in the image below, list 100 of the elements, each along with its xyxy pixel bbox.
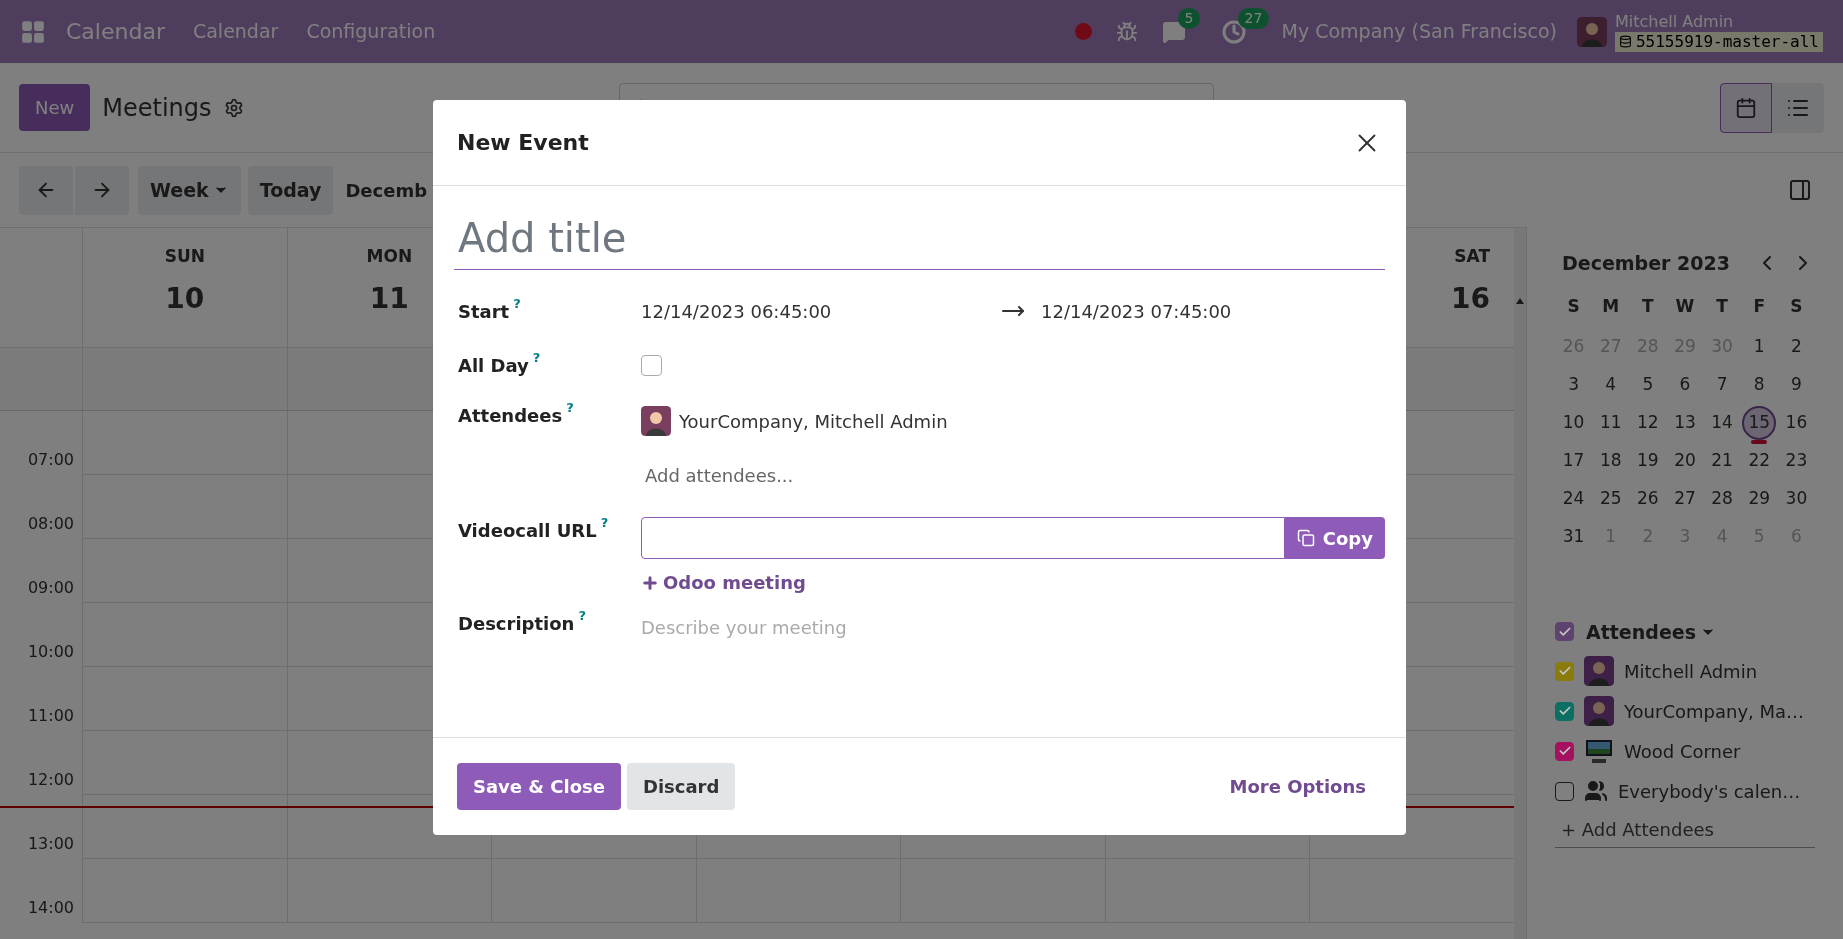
calendar-day[interactable]: 18 xyxy=(1593,443,1628,478)
weekday-initial: S xyxy=(1789,294,1804,318)
help-mark[interactable]: ? xyxy=(566,398,574,418)
calendar-day[interactable]: 28 xyxy=(1705,481,1740,516)
copy-button[interactable]: Copy xyxy=(1284,517,1385,559)
calendar-day[interactable]: 7 xyxy=(1705,367,1740,402)
calendar-day[interactable]: 22 xyxy=(1742,443,1777,478)
settings-icon[interactable] xyxy=(223,97,244,118)
help-mark[interactable]: ? xyxy=(513,293,521,313)
list-view-button[interactable] xyxy=(1772,82,1824,133)
day-number[interactable]: 11 xyxy=(369,277,409,320)
calendar-day[interactable]: 29 xyxy=(1742,481,1777,516)
title-input[interactable]: Add title xyxy=(454,206,1385,270)
field-label: Attendees xyxy=(458,404,563,428)
calendar-day[interactable]: 20 xyxy=(1668,443,1702,478)
day-number[interactable]: 16 xyxy=(1451,277,1490,320)
hour-label: 08:00 xyxy=(27,513,74,535)
filter-title[interactable]: Attendees xyxy=(1586,617,1696,646)
checkbox[interactable] xyxy=(1555,741,1574,761)
odoo-meeting-link[interactable]: Odoo meeting xyxy=(641,569,1385,596)
field-label: Description xyxy=(458,612,575,636)
videocall-url-field[interactable] xyxy=(641,517,1285,559)
sidebar-toggle-icon[interactable] xyxy=(1788,178,1812,202)
avatar-icon xyxy=(1584,696,1614,726)
next-button[interactable] xyxy=(75,165,129,215)
help-mark[interactable]: ? xyxy=(532,347,541,367)
calendar-day[interactable]: 31 xyxy=(1556,519,1591,554)
calendar-day[interactable]: 14 xyxy=(1705,405,1740,440)
calendar-day[interactable]: 17 xyxy=(1556,443,1591,478)
calendar-day[interactable]: 27 xyxy=(1668,481,1702,516)
calendar-day[interactable]: 12 xyxy=(1630,405,1665,440)
calendar-day[interactable]: 13 xyxy=(1668,405,1702,440)
calendar-day[interactable]: 6 xyxy=(1668,367,1702,402)
calendar-day[interactable]: 23 xyxy=(1779,443,1814,478)
calendar-day[interactable]: 8 xyxy=(1742,367,1777,402)
calendar-icon xyxy=(1735,96,1757,119)
calendar-day[interactable]: 9 xyxy=(1779,367,1814,402)
calendar-day[interactable]: 25 xyxy=(1593,481,1628,516)
scroll-up-icon[interactable] xyxy=(1516,298,1524,304)
calendar-day[interactable]: 1 xyxy=(1742,329,1777,364)
new-button[interactable]: New xyxy=(19,84,91,131)
attendee-avatar xyxy=(641,406,671,436)
day-number[interactable]: 10 xyxy=(165,277,205,320)
save-close-button[interactable]: Save & Close xyxy=(457,763,621,810)
calendar-day[interactable]: 11 xyxy=(1593,405,1628,440)
all-day-checkbox[interactable] xyxy=(641,354,662,376)
previous-button[interactable] xyxy=(19,165,73,215)
more-options-button[interactable]: More Options xyxy=(1213,763,1382,810)
chat-icon[interactable] xyxy=(1161,19,1186,44)
add-attendees-link[interactable]: + Add Attendees xyxy=(1561,819,1714,840)
calendar-day[interactable]: 16 xyxy=(1779,405,1814,440)
help-mark[interactable]: ? xyxy=(578,606,586,626)
end-datetime[interactable]: 12/14/2023 07:45:00 xyxy=(1041,297,1232,325)
checkbox[interactable] xyxy=(1555,781,1574,801)
today-marker xyxy=(1751,439,1768,444)
attendee-name[interactable]: Mitchell Admin xyxy=(1624,657,1758,685)
checkbox[interactable] xyxy=(1555,622,1574,642)
activity-count: 27 xyxy=(1237,7,1270,29)
weekday-initial: S xyxy=(1566,294,1581,318)
calendar-day[interactable]: 26 xyxy=(1630,481,1665,516)
attendee-tag[interactable]: YourCompany, Mitchell Admin xyxy=(679,407,948,435)
bug-icon[interactable] xyxy=(1115,20,1138,43)
weekday-initial: T xyxy=(1715,294,1729,318)
calendar-day[interactable]: 4 xyxy=(1593,367,1628,402)
start-datetime[interactable]: 12/14/2023 06:45:00 xyxy=(641,297,1001,325)
user-name[interactable]: Mitchell Admin xyxy=(1614,11,1823,32)
attendee-name[interactable]: YourCompany, Ma… xyxy=(1624,697,1805,725)
attendee-name[interactable]: Wood Corner xyxy=(1624,737,1741,765)
description-field[interactable]: Describe your meeting xyxy=(641,614,1385,674)
menu-item[interactable]: Calendar xyxy=(192,17,279,46)
calendar-day[interactable]: 30 xyxy=(1779,481,1814,516)
check-icon xyxy=(1557,744,1572,758)
check-icon xyxy=(1557,664,1572,678)
app-name[interactable]: Calendar xyxy=(66,15,165,48)
calendar-day[interactable]: 10 xyxy=(1556,405,1591,440)
database-icon xyxy=(1618,35,1632,48)
calendar-day[interactable]: 19 xyxy=(1630,443,1665,478)
calendar-day[interactable]: 3 xyxy=(1556,367,1591,402)
hour-label: 10:00 xyxy=(27,641,74,663)
add-attendees-field[interactable]: Add attendees... xyxy=(645,462,1045,489)
field-label: All Day xyxy=(458,353,529,378)
calendar-day[interactable]: 15 xyxy=(1742,405,1777,440)
today-button[interactable]: Today xyxy=(247,165,334,215)
calendar-day[interactable]: 2 xyxy=(1779,329,1814,364)
calendar-day[interactable]: 24 xyxy=(1556,481,1591,516)
checkbox[interactable] xyxy=(1555,661,1574,681)
checkbox[interactable] xyxy=(1555,701,1574,721)
calendar-day[interactable]: 21 xyxy=(1705,443,1740,478)
apps-menu-icon[interactable] xyxy=(20,18,46,45)
calendar-day[interactable]: 5 xyxy=(1630,367,1665,402)
activity-icon[interactable] xyxy=(1221,19,1246,44)
calendar-view-button[interactable] xyxy=(1720,82,1772,133)
attendee-name[interactable]: Everybody's calen… xyxy=(1618,777,1801,805)
menu-item[interactable]: Configuration xyxy=(306,17,436,46)
company-name[interactable]: My Company (San Francisco) xyxy=(1281,17,1557,46)
month-title: December 2023 xyxy=(1562,251,1730,276)
discard-button[interactable]: Discard xyxy=(626,763,736,810)
help-mark[interactable]: ? xyxy=(600,513,609,533)
hour-label: 14:00 xyxy=(27,897,74,919)
scale-dropdown[interactable]: Week xyxy=(138,165,241,215)
